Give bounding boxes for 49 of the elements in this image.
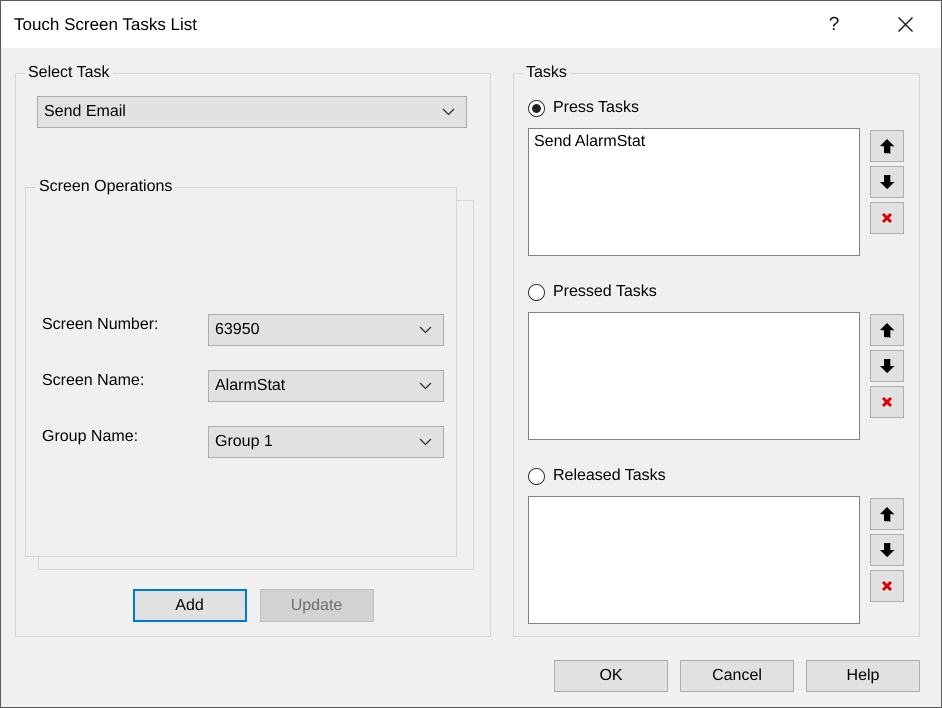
add-button[interactable]: Add (132, 589, 246, 622)
radio-label[interactable]: Press Tasks (553, 99, 639, 117)
delete-button[interactable] (870, 202, 904, 234)
move-up-button[interactable] (870, 498, 904, 530)
up-arrow-icon (879, 138, 895, 154)
move-up-button[interactable] (870, 130, 904, 162)
chevron-down-icon (442, 108, 455, 116)
ok-button[interactable]: OK (554, 660, 668, 692)
move-down-button[interactable] (870, 534, 904, 566)
radio-label[interactable]: Released Tasks (553, 467, 666, 485)
group-title: Tasks (525, 64, 568, 82)
radio-button[interactable] (528, 100, 545, 116)
radio-label[interactable]: Pressed Tasks (553, 283, 657, 301)
chevron-down-icon (419, 382, 432, 390)
dropdown[interactable]: Group 1 (208, 426, 444, 458)
close-icon (898, 17, 912, 32)
up-arrow-icon (879, 322, 895, 338)
move-up-button[interactable] (870, 314, 904, 346)
delete-button[interactable] (870, 570, 904, 602)
task-list[interactable] (528, 312, 860, 440)
cross-icon (881, 212, 893, 224)
move-down-button[interactable] (870, 350, 904, 382)
task-list[interactable] (528, 496, 860, 624)
field-label: Group Name: (42, 427, 140, 446)
context-help-button[interactable]: ? (814, 1, 854, 48)
group-title: Select Task (27, 64, 111, 82)
task-dropdown[interactable]: Send Email (37, 96, 467, 128)
window-title: Touch Screen Tasks List (14, 14, 197, 34)
group-title: Screen Operations (38, 178, 174, 196)
down-arrow-icon (879, 542, 895, 558)
up-arrow-icon (879, 506, 895, 522)
cross-icon (881, 580, 893, 592)
field-label: Screen Number: (42, 315, 160, 334)
cancel-button[interactable]: Cancel (680, 660, 794, 692)
radio-button[interactable] (528, 468, 545, 484)
chevron-down-icon (419, 438, 432, 446)
move-down-button[interactable] (870, 166, 904, 198)
down-arrow-icon (879, 358, 895, 374)
field-label: Screen Name: (42, 371, 146, 390)
radio-button[interactable] (528, 284, 545, 300)
down-arrow-icon (879, 174, 895, 190)
dropdown[interactable]: 63950 (208, 314, 444, 346)
task-list[interactable]: Send AlarmStat (528, 128, 860, 256)
delete-button[interactable] (870, 386, 904, 418)
dropdown[interactable]: AlarmStat (208, 370, 444, 402)
help-button[interactable]: Help (806, 660, 920, 692)
chevron-down-icon (419, 326, 432, 334)
cross-icon (881, 396, 893, 408)
list-item[interactable]: Send AlarmStat (534, 133, 854, 151)
